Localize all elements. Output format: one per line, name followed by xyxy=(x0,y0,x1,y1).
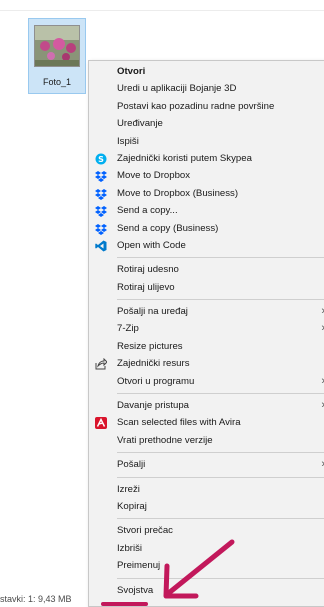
menu-item-send-to-device[interactable]: Pošalji na uređaj› xyxy=(89,303,324,320)
menu-item-edit[interactable]: Uređivanje xyxy=(89,115,324,132)
svg-text:S: S xyxy=(98,155,104,164)
file-item-foto-1[interactable]: Foto_1 xyxy=(28,18,86,94)
menu-separator xyxy=(117,393,324,395)
menu-item-delete[interactable]: Izbriši xyxy=(89,540,324,557)
menu-separator xyxy=(117,299,324,301)
menu-separator xyxy=(117,476,324,478)
dropbox-icon xyxy=(95,171,107,183)
menu-item-copy[interactable]: Kopiraj xyxy=(89,498,324,515)
menu-item-set-background[interactable]: Postavi kao pozadinu radne površine xyxy=(89,98,324,115)
menu-item-rotate-left[interactable]: Rotiraj ulijevo xyxy=(89,279,324,296)
menu-item-7zip[interactable]: 7-Zip› xyxy=(89,320,324,337)
menu-item-open[interactable]: Otvori xyxy=(89,63,324,80)
menu-item-rename[interactable]: Preimenuj xyxy=(89,557,324,574)
menu-separator xyxy=(117,452,324,454)
dropbox-icon xyxy=(95,188,107,200)
vscode-icon xyxy=(95,240,107,252)
top-divider xyxy=(0,10,324,11)
menu-item-send-copy-business[interactable]: Send a copy (Business) xyxy=(89,220,324,237)
dropbox-icon xyxy=(95,206,107,218)
menu-item-scan-avira[interactable]: Scan selected files with Avira xyxy=(89,414,324,431)
status-bar-text: stavki: 1: 9,43 MB xyxy=(0,594,72,604)
menu-item-rotate-right[interactable]: Rotiraj udesno xyxy=(89,261,324,278)
menu-item-move-dropbox-business[interactable]: Move to Dropbox (Business) xyxy=(89,185,324,202)
menu-item-open-with[interactable]: Otvori u programu› xyxy=(89,373,324,390)
menu-item-properties[interactable]: Svojstva xyxy=(89,582,324,599)
dropbox-icon xyxy=(95,223,107,235)
menu-separator xyxy=(117,257,324,259)
menu-item-send-to[interactable]: Pošalji› xyxy=(89,456,324,473)
menu-item-resize-pictures[interactable]: Resize pictures xyxy=(89,338,324,355)
menu-item-print[interactable]: Ispiši xyxy=(89,133,324,150)
menu-item-give-access[interactable]: Davanje pristupa› xyxy=(89,397,324,414)
menu-separator xyxy=(117,518,324,520)
context-menu: Otvori Uredi u aplikaciji Bojanje 3D Pos… xyxy=(88,60,324,607)
skype-icon: S xyxy=(95,153,107,165)
menu-item-cut[interactable]: Izreži xyxy=(89,481,324,498)
menu-separator xyxy=(117,577,324,579)
menu-item-share[interactable]: Zajednički resurs xyxy=(89,355,324,372)
menu-item-open-with-code[interactable]: Open with Code xyxy=(89,237,324,254)
menu-item-create-shortcut[interactable]: Stvori prečac xyxy=(89,522,324,539)
share-icon xyxy=(95,358,107,370)
menu-item-move-dropbox[interactable]: Move to Dropbox xyxy=(89,167,324,184)
file-name: Foto_1 xyxy=(42,77,72,87)
menu-item-share-skype[interactable]: S Zajednički koristi putem Skypea xyxy=(89,150,324,167)
menu-item-send-copy[interactable]: Send a copy... xyxy=(89,202,324,219)
menu-item-edit-paint3d[interactable]: Uredi u aplikaciji Bojanje 3D xyxy=(89,80,324,97)
file-thumbnail xyxy=(34,25,80,67)
menu-item-restore-versions[interactable]: Vrati prethodne verzije xyxy=(89,432,324,449)
avira-icon xyxy=(95,417,107,430)
